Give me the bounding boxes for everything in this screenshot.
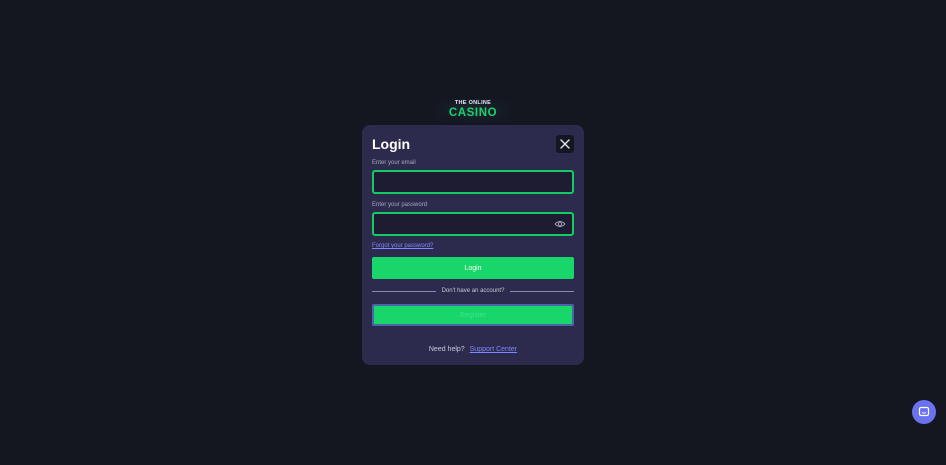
email-field-wrapper <box>372 170 574 194</box>
close-button[interactable] <box>556 135 574 153</box>
modal-title: Login <box>372 136 411 152</box>
login-modal: Login Enter your email Enter your passwo… <box>362 125 584 365</box>
logo-line2: CASINO <box>448 106 498 119</box>
divider-line-left <box>372 290 436 292</box>
password-field[interactable] <box>374 214 572 235</box>
chat-button[interactable] <box>912 400 936 424</box>
register-button[interactable]: Register <box>372 304 574 326</box>
divider: Don't have an account? <box>372 286 575 296</box>
support-center-link[interactable]: Support Center <box>470 346 517 353</box>
forgot-password-link[interactable]: Forgot your password? <box>372 243 433 249</box>
password-field-wrapper <box>372 212 574 236</box>
site-logo[interactable]: THE ONLINE CASINO <box>436 98 510 122</box>
help-text: Need help? <box>428 346 465 353</box>
eye-icon[interactable] <box>554 219 566 229</box>
password-label: Enter your password <box>372 202 428 208</box>
chat-icon <box>918 406 930 417</box>
divider-text: Don't have an account? <box>441 288 505 294</box>
email-field[interactable] <box>374 172 572 193</box>
email-label: Enter your email <box>372 160 416 166</box>
login-button[interactable]: Login <box>372 257 574 279</box>
help-row: Need help? Support Center <box>362 346 584 353</box>
divider-line-right <box>510 290 575 292</box>
close-icon <box>560 139 570 149</box>
logo-line1: THE ONLINE <box>454 100 492 106</box>
